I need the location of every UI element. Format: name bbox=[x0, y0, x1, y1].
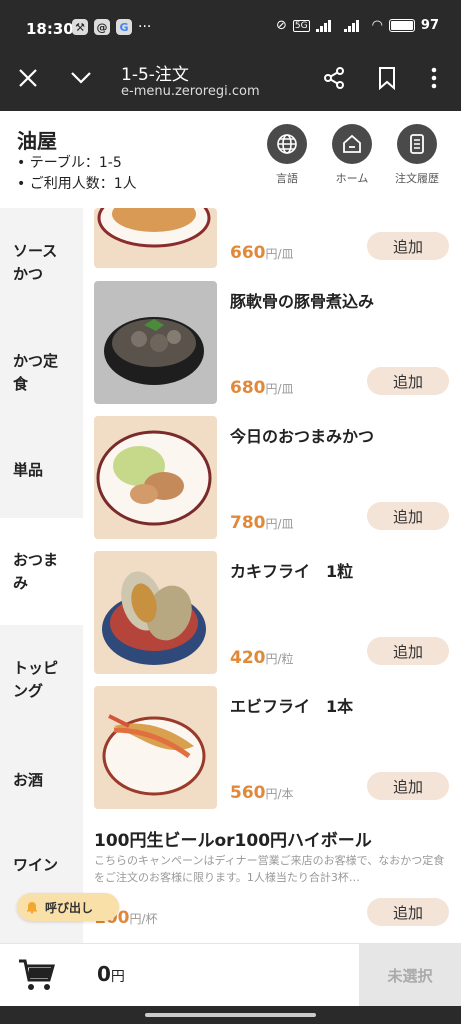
guest-count: ご利用人数：1人 bbox=[17, 174, 137, 195]
home-label: ホーム bbox=[335, 172, 369, 185]
item-price: 680円/皿 bbox=[230, 378, 294, 398]
category-tanpin[interactable]: 単品 bbox=[0, 423, 83, 518]
table-info: テーブル：1-5 ご利用人数：1人 bbox=[17, 153, 137, 195]
share-icon[interactable] bbox=[322, 66, 346, 90]
category-label: かつ定食 bbox=[13, 352, 59, 393]
add-button[interactable]: 追加 bbox=[367, 637, 449, 665]
page-title: 1-5-注文 bbox=[121, 65, 189, 85]
status-time: 18:30 bbox=[26, 20, 74, 38]
home-icon bbox=[343, 134, 361, 153]
order-history-label: 注文履歴 bbox=[395, 172, 439, 185]
item-image[interactable] bbox=[94, 281, 217, 404]
add-button[interactable]: 追加 bbox=[367, 502, 449, 530]
category-otsumami[interactable]: おつまみ bbox=[0, 518, 83, 625]
category-label: おつまみ bbox=[13, 550, 59, 592]
more-notifications-icon: ··· bbox=[138, 19, 152, 35]
category-sauce-katsu[interactable]: ソースかつ bbox=[0, 228, 83, 323]
system-nav-bar bbox=[0, 1006, 461, 1024]
chevron-down-icon[interactable] bbox=[68, 66, 94, 90]
item-name: 100円生ビールor100円ハイボール bbox=[94, 831, 372, 851]
item-price: 420円/粒 bbox=[230, 648, 294, 668]
category-topping[interactable]: トッピング bbox=[0, 625, 83, 735]
home-button[interactable]: ホーム bbox=[322, 124, 382, 186]
receipt-icon bbox=[410, 134, 424, 154]
dish-image bbox=[94, 686, 217, 809]
call-staff-button[interactable]: 呼び出し bbox=[17, 893, 119, 921]
battery-level: 97 bbox=[420, 18, 439, 33]
add-button[interactable]: 追加 bbox=[367, 367, 449, 395]
status-app-icons: ⚒ @ G ··· bbox=[72, 19, 151, 35]
page-url: e-menu.zeroregi.com bbox=[121, 84, 260, 99]
battery-icon bbox=[388, 19, 415, 32]
threads-icon: @ bbox=[94, 19, 110, 35]
call-staff-label: 呼び出し bbox=[45, 900, 94, 915]
category-label: 単品 bbox=[13, 461, 44, 479]
globe-icon bbox=[277, 134, 297, 154]
bell-icon bbox=[27, 902, 37, 914]
restaurant-header: 油屋 テーブル：1-5 ご利用人数：1人 言語 ホーム 注文履歴 bbox=[0, 111, 461, 208]
browser-toolbar: 1-5-注文 e-menu.zeroregi.com bbox=[0, 60, 461, 111]
mute-icon: ⊘ bbox=[275, 18, 287, 33]
item-image[interactable] bbox=[94, 686, 217, 809]
order-history-button[interactable]: 注文履歴 bbox=[387, 124, 447, 186]
item-price: 780円/皿 bbox=[230, 513, 294, 533]
restaurant-name: 油屋 bbox=[17, 129, 57, 153]
item-price: 660円/皿 bbox=[230, 243, 294, 263]
category-label: トッピング bbox=[13, 659, 59, 700]
category-osake[interactable]: お酒 bbox=[0, 735, 83, 825]
status-bar: 18:30 ⚒ @ G ··· ⊘ 5G ◠ 97 bbox=[0, 0, 461, 60]
language-button[interactable]: 言語 bbox=[257, 124, 317, 186]
item-name: 今日のおつまみかつ bbox=[230, 427, 375, 446]
item-name: 豚軟骨の豚骨煮込み bbox=[230, 292, 375, 311]
add-button[interactable]: 追加 bbox=[367, 898, 449, 926]
add-button[interactable]: 追加 bbox=[367, 232, 449, 260]
cart-total: 0円 bbox=[97, 962, 125, 986]
category-katsu-teishoku[interactable]: かつ定食 bbox=[0, 323, 83, 423]
item-description: こちらのキャンペーンはディナー営業ご来店のお客様で、なおかつ定食をご注文のお客様… bbox=[94, 854, 445, 884]
category-sidebar: ソースかつ かつ定食 単品 おつまみ トッピング お酒 ワイン bbox=[0, 208, 83, 943]
status-indicators: ⊘ 5G ◠ 97 bbox=[276, 18, 439, 33]
category-label: お酒 bbox=[13, 770, 44, 789]
language-label: 言語 bbox=[276, 172, 298, 185]
add-button[interactable]: 追加 bbox=[367, 772, 449, 800]
submit-order-button[interactable]: 未選択 bbox=[359, 944, 461, 1007]
item-image[interactable] bbox=[94, 416, 217, 539]
home-gesture-bar[interactable] bbox=[145, 1013, 316, 1017]
bookmark-icon[interactable] bbox=[377, 66, 397, 90]
dish-image bbox=[94, 281, 217, 404]
dish-image bbox=[94, 551, 217, 674]
cart-icon[interactable] bbox=[17, 958, 55, 992]
signal-icon bbox=[315, 19, 338, 32]
item-image[interactable] bbox=[94, 551, 217, 674]
wifi-icon: ◠ bbox=[371, 18, 383, 33]
item-image[interactable] bbox=[94, 208, 217, 268]
network-label: 5G bbox=[292, 19, 310, 32]
category-label: ソースかつ bbox=[13, 242, 58, 283]
category-label: ワイン bbox=[13, 855, 59, 874]
signal-2-icon bbox=[343, 19, 366, 32]
google-icon: G bbox=[116, 19, 132, 35]
item-name: カキフライ 1粒 bbox=[230, 562, 354, 581]
cart-bar: 0円 未選択 bbox=[0, 943, 461, 1007]
dish-image bbox=[94, 416, 217, 539]
dish-image bbox=[94, 208, 217, 268]
wrench-icon: ⚒ bbox=[72, 19, 88, 35]
close-icon[interactable] bbox=[16, 66, 40, 90]
more-vert-icon[interactable] bbox=[424, 66, 444, 90]
item-name: エビフライ 1本 bbox=[230, 697, 354, 716]
item-price: 560円/本 bbox=[230, 783, 294, 803]
table-number: テーブル：1-5 bbox=[17, 153, 137, 174]
